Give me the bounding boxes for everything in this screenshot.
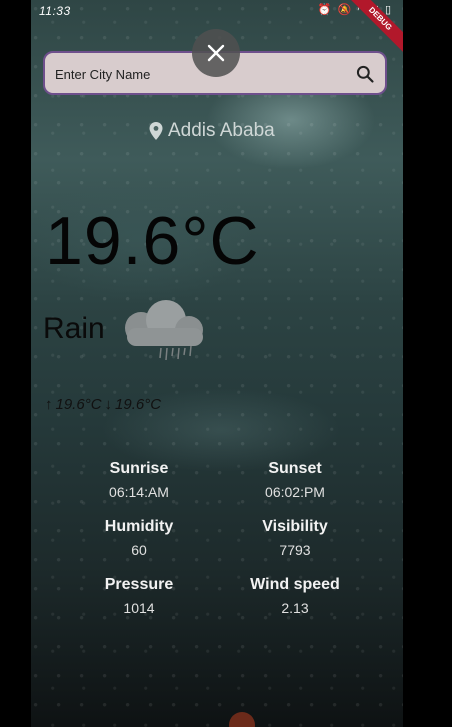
sunrise-label: Sunrise: [109, 460, 169, 477]
wind-speed-value: 2.13: [281, 600, 309, 616]
alarm-icon: ⏰: [317, 4, 332, 16]
close-button[interactable]: [192, 29, 240, 77]
visibility-label: Visibility: [262, 518, 328, 535]
visibility-value: 7793: [279, 542, 311, 558]
city-name: Addis Ababa: [168, 120, 275, 141]
weather-condition: Rain: [43, 312, 105, 345]
rain-background: [31, 0, 403, 727]
pressure-label: Pressure: [104, 576, 174, 593]
humidity-value: 60: [131, 542, 147, 558]
location-pin-icon: [149, 122, 163, 140]
arrow-down-icon: ↓: [104, 396, 113, 413]
humidity: Humidity 60: [64, 518, 214, 558]
wind-speed: Wind speed 2.13: [220, 576, 370, 616]
temperature: 19.6°C: [45, 203, 260, 279]
visibility: Visibility 7793: [220, 518, 370, 558]
temp-min: 19.6°C: [115, 396, 162, 413]
sunset: Sunset 06:02:PM: [220, 460, 370, 500]
status-time: 11:33: [39, 4, 71, 18]
sunrise: Sunrise 06:14:AM: [64, 460, 214, 500]
sunrise-value: 06:14:AM: [109, 484, 169, 500]
sunset-label: Sunset: [268, 460, 322, 477]
rain-cloud-icon: [125, 300, 203, 361]
arrow-up-icon: ↑: [45, 396, 53, 413]
app-screen: 11:33 ⏰ 🔕 ◠ ▮ ▯ DEBUG Addis Ababa 19.6°C…: [31, 0, 403, 727]
search-icon[interactable]: [355, 64, 375, 84]
min-max-temperature: ↑ 19.6°C ↓ 19.6°C: [45, 396, 161, 413]
sunset-value: 06:02:PM: [265, 484, 325, 500]
close-icon: [207, 44, 225, 62]
status-bar: 11:33 ⏰ 🔕 ◠ ▮ ▯: [31, 0, 403, 24]
humidity-label: Humidity: [104, 518, 174, 535]
location: Addis Ababa: [149, 120, 275, 142]
mute-icon: 🔕: [337, 4, 352, 16]
home-indicator: [229, 712, 255, 727]
pressure: Pressure 1014: [64, 576, 214, 616]
temp-max: 19.6°C: [55, 396, 102, 413]
wind-speed-label: Wind speed: [250, 576, 340, 593]
pressure-value: 1014: [123, 600, 155, 616]
